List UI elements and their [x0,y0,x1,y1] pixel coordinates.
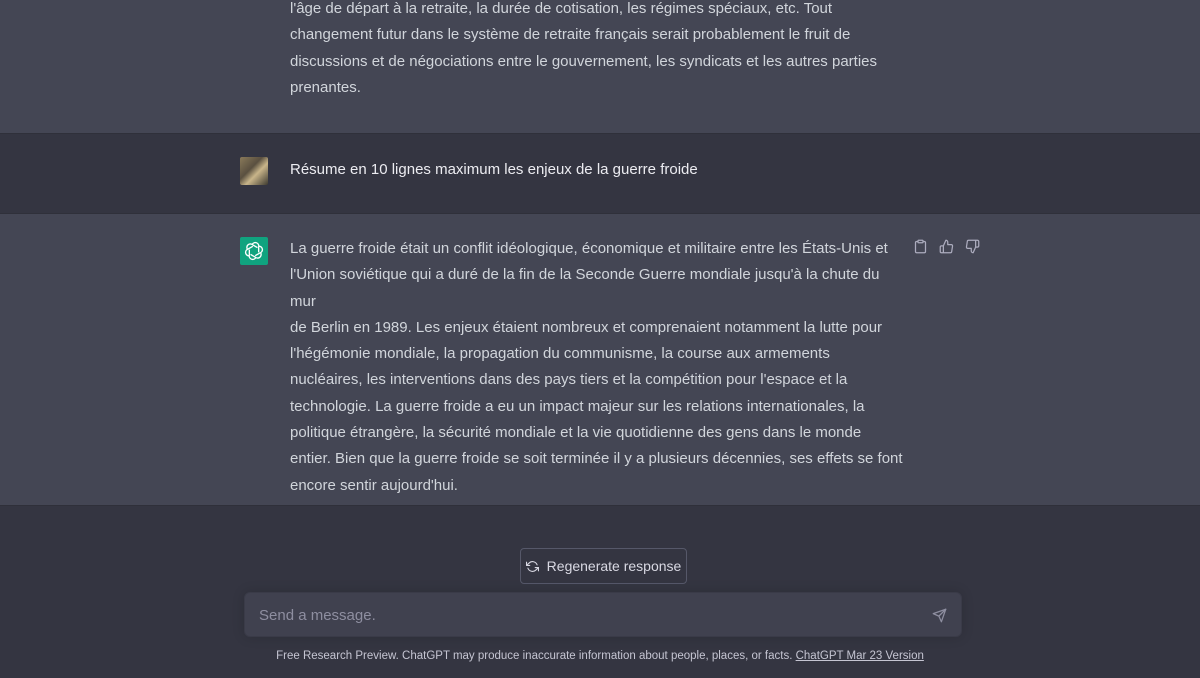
previous-assistant-message: l'âge de départ à la retraite, la durée … [0,0,1200,134]
refresh-icon [525,560,539,573]
openai-logo-icon [244,241,264,261]
text-line: l'âge de départ à la retraite, la durée … [290,0,833,17]
user-message: Résume en 10 lignes maximum les enjeux d… [0,134,1200,214]
chatgpt-avatar [240,237,268,265]
message-composer [244,592,962,637]
regenerate-label: Regenerate response [546,558,682,574]
previous-response-text: l'âge de départ à la retraite, la durée … [290,0,905,101]
chat-page: l'âge de départ à la retraite, la durée … [0,0,1200,678]
text-line: La guerre froide était un conflit idéolo… [290,240,888,257]
message-actions [912,238,980,254]
user-message-text: Résume en 10 lignes maximum les enjeux d… [290,161,698,178]
text-line: technologie. La guerre froide a eu un im… [290,397,865,415]
regenerate-response-button[interactable]: Regenerate response [520,548,687,584]
assistant-message: La guerre froide était un conflit idéolo… [0,214,1200,506]
text-line: nucléaires, les interventions dans des p… [290,371,848,389]
text-line: encore sentir aujourd'hui. [290,476,458,494]
text-line: prenantes. [290,78,361,96]
text-line: politique étrangère, la sécurité mondial… [290,424,862,442]
user-avatar [240,157,268,185]
text-line: de Berlin en 1989. Les enjeux étaient no… [290,318,883,336]
assistant-response-text: La guerre froide était un conflit idéolo… [290,236,905,499]
clipboard-icon[interactable] [912,238,928,254]
text-line: l'hégémonie mondiale, la propagation du … [290,345,830,363]
send-icon[interactable] [931,607,947,623]
text-line: discussions et de négociations entre le … [290,52,877,70]
text-line: l'Union soviétique qui a duré de la fin … [290,266,880,310]
thumbs-up-icon[interactable] [938,238,954,254]
footer-disclaimer: Free Research Preview. ChatGPT may produ… [0,650,1200,662]
version-link[interactable]: ChatGPT Mar 23 Version [796,650,924,662]
thumbs-down-icon[interactable] [964,238,980,254]
text-line: entier. Bien que la guerre froide se soi… [290,450,903,468]
footer-text: Free Research Preview. ChatGPT may produ… [276,650,793,662]
text-line: changement futur dans le système de retr… [290,26,851,44]
message-input[interactable] [259,605,909,625]
